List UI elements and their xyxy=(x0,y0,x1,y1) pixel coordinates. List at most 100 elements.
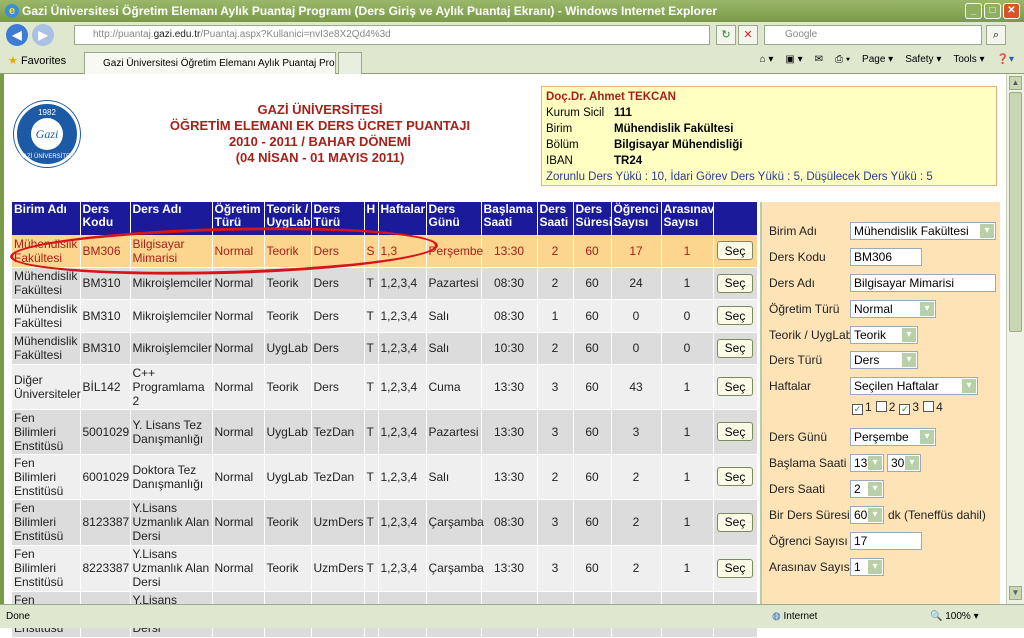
table-cell: Normal xyxy=(212,409,265,455)
gazi-university-logo: 1982 Gazi GAZİ ÜNİVERSİTESİ xyxy=(14,101,80,167)
teorik-uyglab-select[interactable]: Teorik xyxy=(850,326,918,344)
table-cell: Doktora Tez Danışmanlığı xyxy=(130,454,213,500)
table-cell: Diğer Üniversiteler xyxy=(12,364,81,410)
scroll-up-icon[interactable]: ▲ xyxy=(1009,76,1022,90)
table-cell: Mikroişlemciler xyxy=(130,267,213,300)
table-cell: 2 xyxy=(611,454,662,500)
table-cell: T xyxy=(364,454,379,500)
browser-tab[interactable]: Gazi Üniversitesi Öğretim Elemanı Aylık … xyxy=(84,52,336,74)
table-cell: 1 xyxy=(661,454,714,500)
stop-icon[interactable]: ✕ xyxy=(738,25,758,45)
select-row-button[interactable]: Seç xyxy=(717,273,753,293)
lecturer-info-box: Doç.Dr. Ahmet TEKCAN Kurum Sicil 111 Biri… xyxy=(541,86,997,186)
search-icon[interactable]: ⌕ xyxy=(986,25,1006,45)
select-row-button[interactable]: Seç xyxy=(717,558,753,578)
ders-saati-select[interactable]: 2 xyxy=(850,480,884,498)
table-cell: Salı xyxy=(426,332,482,365)
favorites-button[interactable]: ★ Favorites xyxy=(8,54,66,67)
ders-turu-select[interactable]: Ders xyxy=(850,351,918,369)
feeds-icon[interactable]: ▣ ▾ xyxy=(785,54,802,65)
mail-icon[interactable]: ✉ xyxy=(815,54,823,65)
ders-kodu-input[interactable]: BM306 xyxy=(850,248,922,266)
table-cell: Y. Lisans Tez Danışmanlığı xyxy=(130,409,213,455)
table-cell: Fen Bilimleri Enstitüsü xyxy=(12,499,81,546)
table-cell: Mühendislik Fakültesi xyxy=(12,332,81,365)
birim-select[interactable]: Mühendislik Fakültesi xyxy=(850,222,996,240)
start-minute-select[interactable]: 30 xyxy=(887,454,921,472)
home-icon[interactable]: ⌂ ▾ xyxy=(760,54,774,65)
zoom-level[interactable]: 🔍 100% ▾ xyxy=(930,611,979,622)
address-bar[interactable]: http://puantaj.gazi.edu.tr/Puantaj.aspx?… xyxy=(74,25,710,45)
table-cell: 13:30 xyxy=(481,545,538,592)
column-header: Başlama Saati xyxy=(481,202,538,235)
start-hour-select[interactable]: 13 xyxy=(850,454,884,472)
back-button[interactable]: ◀ xyxy=(6,24,28,46)
scroll-down-icon[interactable]: ▼ xyxy=(1009,586,1022,600)
page-menu[interactable]: Page ▾ xyxy=(862,54,893,65)
week-checkbox-2[interactable]: 2 xyxy=(875,400,895,414)
arasinav-sayisi-select[interactable]: 1 xyxy=(850,558,884,576)
table-row: Mühendislik Fakültesi BM306 Bilgisayar Mim… xyxy=(12,235,758,268)
select-row-button[interactable]: Seç xyxy=(717,241,753,261)
maximize-button[interactable]: □ xyxy=(984,3,1001,19)
table-cell: Normal xyxy=(212,235,265,268)
safety-menu[interactable]: Safety ▾ xyxy=(905,54,941,65)
internet-zone: ◍ Internet xyxy=(772,611,818,622)
table-cell: Perşembe xyxy=(426,235,483,268)
refresh-icon[interactable]: ↻ xyxy=(716,25,736,45)
forward-button[interactable]: ▶ xyxy=(32,24,54,46)
week-checkbox-1[interactable]: ✓ 1 xyxy=(852,400,872,415)
print-icon[interactable]: ⎙ ▾ xyxy=(835,54,850,65)
select-row-button[interactable]: Seç xyxy=(717,338,753,358)
table-cell: Çarşamba xyxy=(426,545,484,592)
info-row: Kurum Sicil 111 xyxy=(546,107,632,119)
week-checkbox-4[interactable]: 4 xyxy=(923,400,943,414)
table-cell: Pazartesi xyxy=(426,267,482,300)
star-icon: ★ xyxy=(8,55,18,67)
haftalar-select[interactable]: Seçilen Haftalar xyxy=(850,377,978,395)
week-checkbox-3[interactable]: ✓ 3 xyxy=(899,400,919,415)
select-row-button[interactable]: Seç xyxy=(717,467,753,486)
table-cell: T xyxy=(364,267,379,300)
ogretim-turu-select[interactable]: Normal xyxy=(850,300,936,318)
table-cell: 1 xyxy=(537,299,574,333)
select-row-button[interactable]: Seç xyxy=(717,377,753,396)
minimize-button[interactable]: _ xyxy=(965,3,982,19)
table-cell: S xyxy=(364,235,379,268)
table-cell: 60 xyxy=(573,299,612,333)
tools-menu[interactable]: Tools ▾ xyxy=(953,54,984,65)
table-cell: 3 xyxy=(537,409,574,455)
ders-suresi-select[interactable]: 60 xyxy=(850,506,884,524)
ogrenci-sayisi-input[interactable]: 17 xyxy=(850,532,922,550)
scroll-thumb[interactable] xyxy=(1009,92,1022,332)
table-cell: 5001029 xyxy=(80,409,131,455)
column-header: Ders Saati xyxy=(537,202,574,235)
help-icon[interactable]: ❓▾ xyxy=(997,54,1014,65)
table-cell: 8223387 xyxy=(80,545,131,592)
table-cell: T xyxy=(364,299,379,333)
table-cell: 43 xyxy=(611,364,662,410)
ders-gunu-select[interactable]: Perşembe xyxy=(850,428,936,446)
table-cell: Normal xyxy=(212,545,265,592)
table-cell: Salı xyxy=(426,454,482,500)
vertical-scrollbar[interactable]: ▲ ▼ xyxy=(1006,74,1024,604)
search-input[interactable]: Google xyxy=(764,25,982,45)
select-row-button[interactable]: Seç xyxy=(717,422,753,441)
column-header xyxy=(713,202,758,235)
table-cell: UygLab xyxy=(264,332,312,365)
ders-adi-input[interactable]: Bilgisayar Mimarisi xyxy=(850,274,996,292)
table-cell: Mühendislik Fakültesi xyxy=(12,299,81,333)
table-cell: BM306 xyxy=(80,235,131,268)
select-row-button[interactable]: Seç xyxy=(717,306,753,325)
course-table: Birim Adı Ders Kodu Ders Adı Öğretim Türü Te… xyxy=(12,202,758,638)
table-cell: 3 xyxy=(537,545,574,592)
select-row-button[interactable]: Seç xyxy=(717,512,753,532)
table-cell: 3 xyxy=(537,499,574,546)
column-header: Birim Adı xyxy=(12,202,81,235)
column-header: Öğretim Türü xyxy=(212,202,265,235)
table-cell: 60 xyxy=(573,267,612,300)
close-button[interactable]: ✕ xyxy=(1003,3,1020,19)
info-row: Bölüm Bilgisayar Mühendisliği xyxy=(546,139,743,151)
new-tab-button[interactable] xyxy=(338,52,362,74)
table-cell: T xyxy=(364,332,379,365)
